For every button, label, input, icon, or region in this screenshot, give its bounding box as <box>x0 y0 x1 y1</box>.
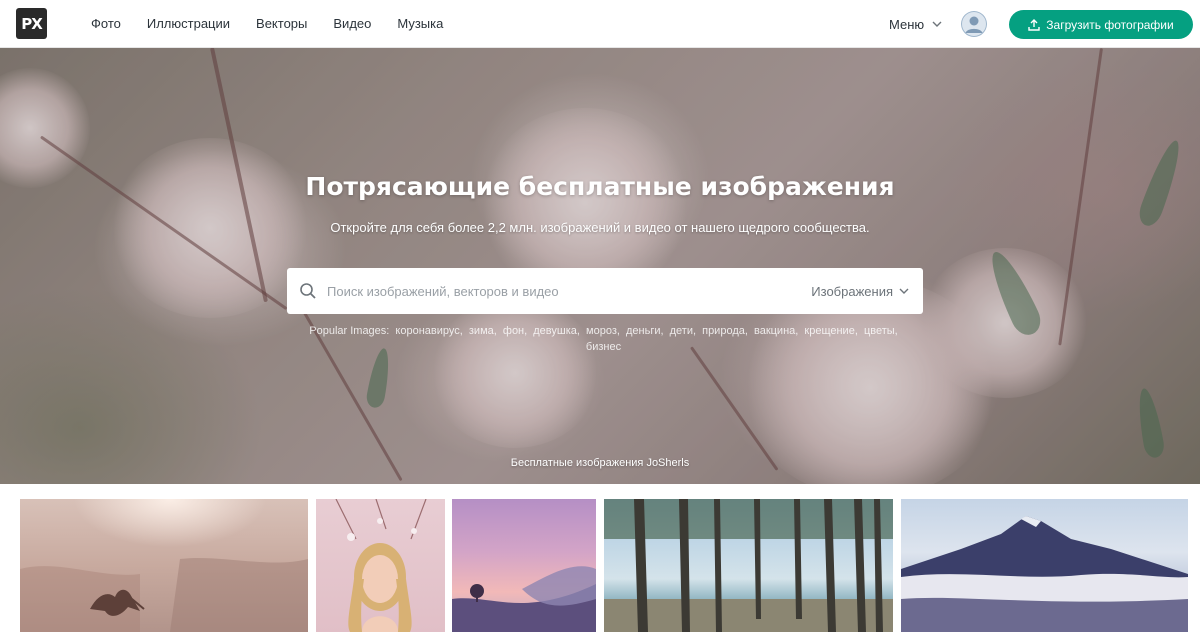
nav-vectors[interactable]: Векторы <box>243 0 320 48</box>
logo-text: PX <box>21 14 43 33</box>
popular-tag[interactable]: бизнес <box>586 341 621 353</box>
popular-tag[interactable]: зима, <box>469 325 497 337</box>
popular-tag[interactable]: фон, <box>503 325 527 337</box>
portrait-illustration <box>335 499 427 632</box>
bird-illustration <box>20 557 308 632</box>
gallery-image-mountain-clouds[interactable] <box>901 499 1188 632</box>
gallery-image-woman-portrait[interactable] <box>316 499 445 632</box>
user-icon <box>961 11 987 37</box>
popular-tags: Popular Images: коронавирус, зима, фон, … <box>300 323 910 355</box>
search-bar: Изображения <box>287 268 923 314</box>
mountain-illustration <box>901 516 1188 632</box>
upload-label: Загрузить фотографии <box>1046 17 1174 32</box>
popular-tag[interactable]: коронавирус, <box>395 325 462 337</box>
gallery-image-purple-sunset[interactable] <box>452 499 596 632</box>
menu-dropdown[interactable]: Меню <box>889 0 942 48</box>
top-header: PX Фото Иллюстрации Векторы Видео Музыка… <box>0 0 1200 48</box>
search-icon[interactable] <box>299 282 317 300</box>
chevron-down-icon <box>899 288 909 294</box>
hero-credit[interactable]: Бесплатные изображения JoSherls <box>0 457 1200 469</box>
image-gallery <box>0 499 1200 632</box>
user-avatar[interactable] <box>961 11 987 37</box>
upload-photos-button[interactable]: Загрузить фотографии <box>1009 10 1193 39</box>
forest-illustration <box>604 499 893 632</box>
popular-tag[interactable]: деньги, <box>626 325 664 337</box>
search-input[interactable] <box>327 268 787 314</box>
popular-tag[interactable]: девушка, <box>533 325 580 337</box>
hero-overlay <box>0 48 1200 484</box>
popular-tag[interactable]: крещение, <box>804 325 858 337</box>
popular-label: Popular Images: <box>309 325 390 337</box>
popular-tag[interactable]: мороз, <box>586 325 620 337</box>
popular-tag[interactable]: вакцина, <box>754 325 798 337</box>
search-type-select[interactable]: Изображения <box>811 268 909 314</box>
sunset-illustration <box>452 566 596 632</box>
nav-photo[interactable]: Фото <box>78 0 134 48</box>
nav-music[interactable]: Музыка <box>384 0 456 48</box>
pixabay-logo[interactable]: PX <box>16 8 47 39</box>
gallery-image-bird-fog[interactable] <box>20 499 308 632</box>
popular-tag[interactable]: дети, <box>670 325 696 337</box>
hero-subtitle: Откройте для себя более 2,2 млн. изображ… <box>330 220 870 235</box>
popular-tag[interactable]: природа, <box>702 325 748 337</box>
menu-label: Меню <box>889 16 925 32</box>
popular-tag[interactable]: цветы, <box>864 325 898 337</box>
chevron-down-icon <box>932 21 942 27</box>
hero-banner: Потрясающие бесплатные изображения Откро… <box>0 48 1200 484</box>
nav-video[interactable]: Видео <box>320 0 384 48</box>
main-nav: Фото Иллюстрации Векторы Видео Музыка <box>78 0 456 48</box>
search-type-label: Изображения <box>811 283 893 299</box>
nav-illustrations[interactable]: Иллюстрации <box>134 0 243 48</box>
hero-title: Потрясающие бесплатные изображения <box>305 172 895 201</box>
gallery-image-forest-beach[interactable] <box>604 499 893 632</box>
upload-icon <box>1028 18 1040 31</box>
